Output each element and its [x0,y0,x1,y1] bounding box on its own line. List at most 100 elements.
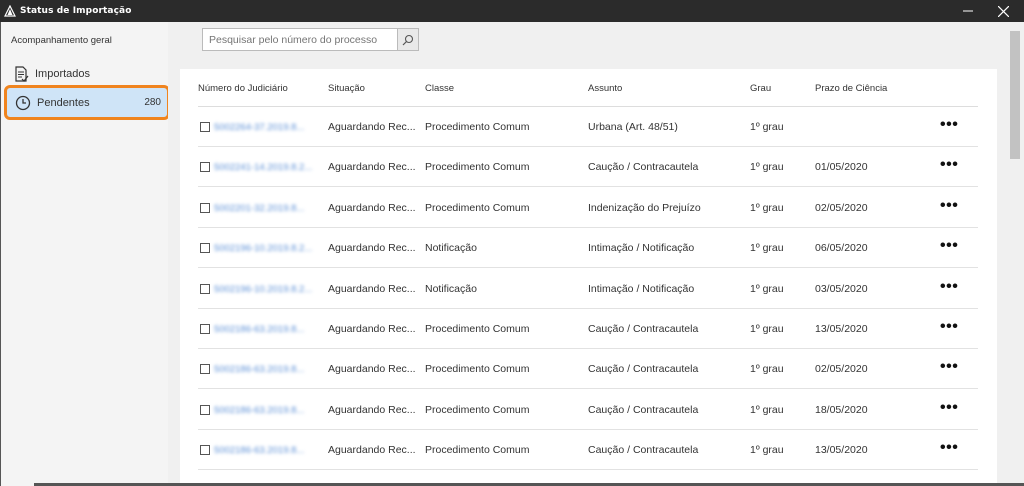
row-more-options-icon[interactable]: ••• [940,278,958,295]
subject-cell: Indenização do Prejuízo [588,201,701,214]
row-more-options-icon[interactable]: ••• [940,238,958,254]
table-row[interactable]: 5002186-63.2019.8... Aguardando Rec... Pro… [198,309,978,349]
sidebar-item-pendentes[interactable]: Pendentes 280 [4,85,170,120]
status-cell: Aguardando Rec... [328,242,416,255]
column-header-numero: Número do Judiciário [198,83,288,94]
process-number-link[interactable]: 5002186-63.2019.8... [214,445,304,456]
class-cell: Procedimento Comum [425,444,530,457]
row-checkbox[interactable] [200,162,210,173]
degree-cell: 1º grau [750,161,784,174]
process-number-link[interactable]: 5002186-63.2019.8... [214,324,304,335]
degree-cell: 1º grau [750,242,784,255]
class-cell: Notificação [425,282,477,295]
document-list-icon [15,65,29,82]
vertical-scrollbar[interactable] [1008,22,1024,486]
table-row[interactable]: 5002186-63.2019.8... Aguardando Rec... Pro… [198,430,978,471]
row-more-options-icon[interactable]: ••• [940,399,958,416]
sidebar-overview-label[interactable]: Acompanhamento geral [11,35,112,46]
degree-cell: 1º grau [750,282,784,295]
column-header-assunto: Assunto [588,83,623,94]
degree-cell: 1º grau [750,444,784,457]
subject-cell: Caução / Contracautela [588,444,699,457]
process-number-link[interactable]: 5002196-10.2019.8.2... [214,243,312,254]
class-cell: Procedimento Comum [425,363,530,376]
table-row[interactable]: 5002241-14.2019.8.2... Aguardando Rec... P… [198,147,978,188]
class-cell: Procedimento Comum [425,121,530,133]
minimize-button[interactable] [952,0,984,22]
pending-count-badge: 280 [144,97,161,108]
process-table: Número do Judiciário Situação Classe Ass… [180,69,997,486]
row-checkbox[interactable] [200,122,210,132]
subject-cell: Caução / Contracautela [588,161,699,174]
table-row[interactable]: 5002196-10.2019.8.2... Aguardando Rec... N… [198,269,978,309]
status-cell: Aguardando Rec... [328,363,416,376]
row-more-options-icon[interactable]: ••• [940,319,958,335]
status-cell: Aguardando Rec... [328,161,416,174]
table-row[interactable]: 5002186-63.2019.8... Aguardando Rec... Pro… [198,349,978,390]
row-more-options-icon[interactable]: ••• [940,440,958,456]
minimize-icon [963,10,973,12]
column-header-grau: Grau [750,83,772,94]
process-number-link[interactable]: 5002186-63.2019.8... [214,405,304,416]
close-button[interactable] [987,0,1019,22]
table-row[interactable]: 5002186-63.2019.8... Aguardando Rec... Pro… [198,390,978,430]
degree-cell: 1º grau [750,323,784,335]
table-row[interactable]: 5002264-37.2019.8... Aguardando Rec... Pro… [198,107,978,147]
process-number-link[interactable]: 5002196-10.2019.8.2... [214,284,312,295]
scrollbar-thumb[interactable] [1010,31,1020,159]
status-cell: Aguardando Rec... [328,323,416,335]
clock-icon [15,95,31,110]
subject-cell: Caução / Contracautela [588,363,699,376]
table-row[interactable]: 5002196-10.2019.8.2... Aguardando Rec... N… [198,228,978,269]
row-checkbox[interactable] [200,243,210,254]
main-content: Número do Judiciário Situação Classe Ass… [168,22,1008,486]
deadline-cell: 13/05/2020 [815,323,868,335]
deadline-cell: 18/05/2020 [815,403,868,416]
status-cell: Aguardando Rec... [328,282,416,295]
window-title: Status de Importação [20,6,132,16]
table-row[interactable]: 5002201-32.2019.8... Aguardando Rec... Pro… [198,188,978,228]
row-more-options-icon[interactable]: ••• [940,117,958,133]
row-more-options-icon[interactable]: ••• [940,157,958,173]
degree-cell: 1º grau [750,121,784,133]
deadline-cell: 01/05/2020 [815,161,868,174]
row-more-options-icon[interactable]: ••• [940,359,958,375]
sidebar-item-label: Importados [35,67,91,80]
search-box [202,28,419,51]
degree-cell: 1º grau [750,363,784,376]
process-number-link[interactable]: 5002186-63.2019.8... [214,364,304,375]
process-number-link[interactable]: 5002264-37.2019.8... [214,122,304,133]
class-cell: Notificação [425,242,477,255]
degree-cell: 1º grau [750,201,784,214]
subject-cell: Caução / Contracautela [588,403,699,416]
class-cell: Procedimento Comum [425,323,530,335]
search-input[interactable] [203,29,397,50]
row-checkbox[interactable] [200,404,210,415]
subject-cell: Intimação / Notificação [588,282,695,295]
search-button[interactable] [397,29,418,50]
status-cell: Aguardando Rec... [328,121,416,133]
search-icon [402,34,414,45]
status-cell: Aguardando Rec... [328,444,416,457]
close-icon [997,5,1009,17]
table-header: Número do Judiciário Situação Classe Ass… [198,81,978,107]
deadline-cell: 02/05/2020 [815,201,868,214]
row-checkbox[interactable] [200,324,210,334]
app-logo-icon [4,5,16,17]
row-checkbox[interactable] [200,202,210,213]
deadline-cell: 03/05/2020 [815,282,868,295]
row-checkbox[interactable] [200,445,210,456]
class-cell: Procedimento Comum [425,161,530,174]
process-number-link[interactable]: 5002201-32.2019.8... [214,203,304,214]
row-checkbox[interactable] [200,283,210,294]
status-cell: Aguardando Rec... [328,403,416,416]
row-checkbox[interactable] [200,364,210,375]
deadline-cell: 02/05/2020 [815,363,868,376]
class-cell: Procedimento Comum [425,403,530,416]
process-number-link[interactable]: 5002241-14.2019.8.2... [214,162,312,173]
row-more-options-icon[interactable]: ••• [940,197,958,214]
class-cell: Procedimento Comum [425,201,530,214]
subject-cell: Caução / Contracautela [588,323,699,335]
degree-cell: 1º grau [750,403,784,416]
column-header-prazo: Prazo de Ciência [815,83,888,94]
